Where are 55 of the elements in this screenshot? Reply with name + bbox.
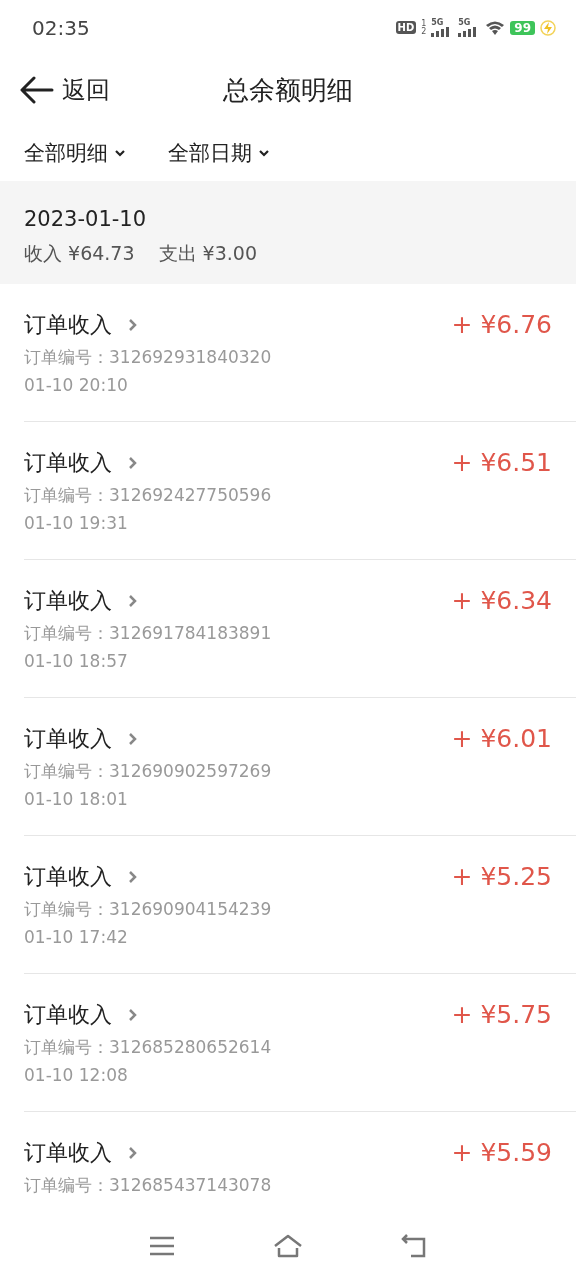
home-icon[interactable] xyxy=(273,1234,303,1258)
status-time: 02:35 xyxy=(32,15,90,40)
income-total: 收入 ¥64.73 xyxy=(24,241,135,266)
record-title[interactable]: 订单收入 xyxy=(24,586,112,616)
network-label: 5G xyxy=(458,18,471,27)
amount: + ¥5.75 xyxy=(451,1000,552,1029)
sim-numbers: 1 2 xyxy=(421,19,427,36)
back-icon[interactable] xyxy=(401,1234,427,1258)
amount: + ¥5.59 xyxy=(451,1138,552,1167)
expense-total: 支出 ¥3.00 xyxy=(158,241,257,266)
caret-icon xyxy=(114,149,126,157)
amount: + ¥6.01 xyxy=(451,724,552,753)
record-time: 01-10 20:10 xyxy=(24,375,129,395)
record-title[interactable]: 订单收入 xyxy=(24,724,112,754)
order-number: 订单编号：312691784183891 xyxy=(24,622,272,645)
amount: + ¥6.34 xyxy=(451,586,552,615)
menu-icon[interactable] xyxy=(149,1236,175,1256)
amount: + ¥5.25 xyxy=(451,862,552,891)
network-label: 5G xyxy=(431,18,444,27)
chevron-right-icon xyxy=(128,318,138,332)
chevron-right-icon xyxy=(128,732,138,746)
battery-indicator: 99 xyxy=(510,20,535,35)
order-number: 订单编号：312692427750596 xyxy=(24,484,272,507)
order-number: 订单编号：312685280652614 xyxy=(24,1036,272,1059)
caret-icon xyxy=(258,149,270,157)
record-time: 01-10 18:01 xyxy=(24,789,129,809)
amount: + ¥6.76 xyxy=(451,310,552,339)
record-time: 01-10 12:08 xyxy=(24,1065,129,1085)
back-button[interactable]: 返回 xyxy=(20,74,110,106)
amount: + ¥6.51 xyxy=(451,448,552,477)
order-number: 订单编号：312690902597269 xyxy=(24,760,272,783)
record-title[interactable]: 订单收入 xyxy=(24,862,112,892)
chevron-right-icon xyxy=(128,594,138,608)
record-time: 01-10 18:57 xyxy=(24,651,129,671)
order-number: 订单编号：312690904154239 xyxy=(24,898,272,921)
summary-date: 2023-01-10 xyxy=(24,207,148,231)
record-time: 01-10 17:42 xyxy=(24,927,129,947)
chevron-right-icon xyxy=(128,1008,138,1022)
charging-icon xyxy=(540,19,556,36)
record-title[interactable]: 订单收入 xyxy=(24,1000,112,1030)
chevron-right-icon xyxy=(128,1146,138,1160)
page-title: 总余额明细 xyxy=(223,73,353,107)
record-title[interactable]: 订单收入 xyxy=(24,448,112,478)
record-time: 01-10 19:31 xyxy=(24,513,129,533)
filter-dropdown[interactable]: 全部明细 xyxy=(24,139,126,167)
record-title[interactable]: 订单收入 xyxy=(24,310,112,340)
wifi-icon xyxy=(485,19,506,36)
chevron-right-icon xyxy=(128,456,138,470)
filter-dropdown[interactable]: 全部日期 xyxy=(168,139,270,167)
order-number: 订单编号：312685437143078 xyxy=(24,1174,272,1197)
hd-badge: HD xyxy=(395,21,417,34)
chevron-right-icon xyxy=(128,870,138,884)
record-title[interactable]: 订单收入 xyxy=(24,1138,112,1168)
back-arrow-icon xyxy=(20,76,54,104)
order-number: 订单编号：312692931840320 xyxy=(24,346,272,369)
